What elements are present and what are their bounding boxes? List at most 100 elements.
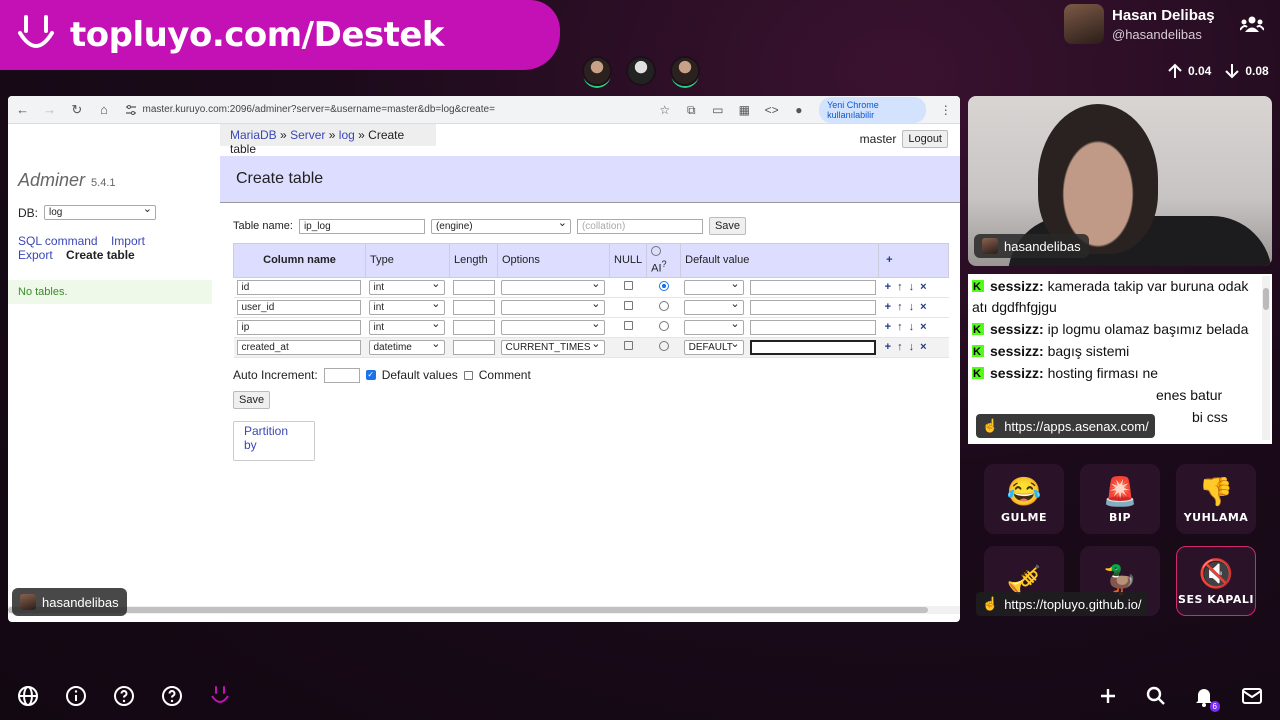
star-icon[interactable]: ☆	[659, 103, 672, 117]
sql-command-link[interactable]: SQL command	[18, 234, 98, 248]
default-value-input[interactable]	[749, 299, 876, 315]
null-checkbox[interactable]	[623, 341, 633, 351]
mail-icon[interactable]	[1240, 684, 1264, 708]
add-row-button[interactable]: +	[885, 281, 891, 293]
column-name-input[interactable]: created_at	[236, 339, 361, 355]
crumb-log[interactable]: log	[339, 128, 355, 142]
type-select[interactable]: int	[368, 318, 445, 335]
help-alt-icon[interactable]	[160, 684, 184, 708]
default-value-input[interactable]	[749, 319, 876, 335]
default-value-input[interactable]	[749, 339, 876, 355]
remove-row-button[interactable]: ×	[920, 321, 926, 333]
back-icon[interactable]: ←	[16, 102, 29, 117]
plus-icon[interactable]	[1096, 684, 1120, 708]
import-link[interactable]: Import	[111, 234, 145, 248]
topluyo-smile-icon[interactable]	[208, 684, 232, 708]
sound-button-gulme[interactable]: 😂 GULME	[984, 464, 1064, 534]
db-select[interactable]: log	[44, 203, 157, 220]
link-tooltip[interactable]: ☝ https://apps.asenax.com/	[976, 414, 1155, 438]
options-select[interactable]	[500, 298, 605, 315]
null-checkbox[interactable]	[623, 281, 633, 291]
horizontal-scrollbar[interactable]	[8, 606, 960, 614]
collation-input[interactable]: (collation)	[576, 218, 703, 234]
ai-radio[interactable]	[658, 340, 669, 351]
more-menu-icon[interactable]: ⋮	[940, 103, 953, 117]
chat-author[interactable]: sessizz:	[990, 365, 1044, 381]
remove-row-button[interactable]: ×	[920, 281, 926, 293]
move-down-button[interactable]: ↓	[909, 301, 915, 313]
create-table-link[interactable]: Create table	[66, 248, 135, 262]
profile-avatar-icon[interactable]: ●	[793, 103, 806, 117]
move-down-button[interactable]: ↓	[909, 281, 915, 293]
options-select[interactable]	[500, 318, 605, 335]
options-select[interactable]: CURRENT_TIMES	[500, 339, 605, 355]
move-down-button[interactable]: ↓	[909, 341, 915, 353]
type-select[interactable]: int	[368, 298, 445, 315]
adminer-logo[interactable]: Adminer 5.4.1	[8, 164, 212, 197]
chat-author[interactable]: sessizz:	[990, 321, 1044, 337]
chat-scrollbar-thumb[interactable]	[1263, 288, 1269, 310]
ai-header-radio[interactable]	[651, 246, 662, 256]
move-up-button[interactable]: ↑	[897, 301, 903, 313]
default-type-select[interactable]	[683, 318, 744, 335]
table-name-input[interactable]: ip_log	[298, 218, 425, 234]
null-checkbox[interactable]	[623, 321, 633, 331]
column-name-input[interactable]: user_id	[236, 299, 361, 315]
help-icon[interactable]	[112, 684, 136, 708]
engine-select[interactable]: (engine)	[430, 217, 571, 234]
webcam-feed[interactable]: hasandelibas	[968, 96, 1272, 266]
crumb-server[interactable]: Server	[290, 128, 325, 142]
move-up-button[interactable]: ↑	[897, 341, 903, 353]
search-icon[interactable]	[1144, 684, 1168, 708]
ai-radio[interactable]	[658, 320, 669, 331]
add-row-button[interactable]: +	[885, 341, 891, 353]
remove-row-button[interactable]: ×	[920, 341, 926, 353]
chat-author[interactable]: sessizz:	[990, 343, 1044, 359]
sound-button-bip[interactable]: 🚨 BIP	[1080, 464, 1160, 534]
extensions-icon[interactable]: ⧉	[685, 103, 698, 117]
topluyo-banner[interactable]: topluyo.com/Destek	[0, 0, 560, 70]
crumb-mariadb[interactable]: MariaDB	[230, 128, 277, 142]
devtools-icon[interactable]: <>	[765, 103, 779, 117]
chat-scrollbar[interactable]	[1262, 276, 1270, 440]
length-input[interactable]	[452, 299, 495, 315]
user-profile[interactable]: Hasan Delibaş @hasandelibas	[1064, 4, 1215, 44]
viewer-avatar[interactable]	[582, 56, 612, 86]
address-bar[interactable]: master.kuruyo.com:2096/adminer?server=&u…	[125, 104, 645, 116]
type-select[interactable]: int	[368, 278, 445, 295]
ai-help-link[interactable]: ?	[662, 259, 667, 269]
save-button[interactable]: Save	[233, 390, 271, 409]
default-type-select[interactable]	[683, 278, 744, 295]
chat-author[interactable]: sessizz:	[990, 278, 1044, 294]
info-icon[interactable]	[64, 684, 88, 708]
null-checkbox[interactable]	[623, 301, 633, 311]
add-column-button[interactable]: +	[886, 254, 892, 266]
default-value-input[interactable]	[749, 279, 876, 295]
remove-row-button[interactable]: ×	[920, 301, 926, 313]
forward-icon[interactable]: →	[43, 102, 56, 117]
auto-increment-input[interactable]	[323, 367, 360, 383]
ai-radio[interactable]	[658, 280, 669, 291]
default-type-select[interactable]	[683, 298, 744, 315]
add-row-button[interactable]: +	[885, 321, 891, 333]
cast-icon[interactable]: ▭	[712, 103, 725, 117]
site-info-icon[interactable]	[125, 104, 137, 116]
move-down-button[interactable]: ↓	[909, 321, 915, 333]
move-up-button[interactable]: ↑	[897, 321, 903, 333]
sound-button-mute[interactable]: 🔇 SES KAPALI	[1176, 546, 1256, 616]
sound-button-yuhlama[interactable]: 👎 YUHLAMA	[1176, 464, 1256, 534]
column-name-input[interactable]: ip	[236, 319, 361, 335]
length-input[interactable]	[452, 279, 495, 295]
viewer-avatar[interactable]	[626, 56, 656, 86]
export-link[interactable]: Export	[18, 248, 53, 262]
default-values-checkbox[interactable]: ✓	[365, 370, 376, 381]
apps-grid-icon[interactable]: ▦	[738, 103, 751, 117]
ai-radio[interactable]	[658, 300, 669, 311]
reload-icon[interactable]: ↻	[70, 102, 83, 117]
globe-icon[interactable]	[16, 684, 40, 708]
add-row-button[interactable]: +	[885, 301, 891, 313]
people-icon[interactable]	[1240, 14, 1264, 34]
home-icon[interactable]: ⌂	[97, 102, 110, 117]
new-chrome-button[interactable]: Yeni Chrome kullanılabilir	[819, 96, 926, 123]
save-button-top[interactable]: Save	[708, 217, 747, 235]
